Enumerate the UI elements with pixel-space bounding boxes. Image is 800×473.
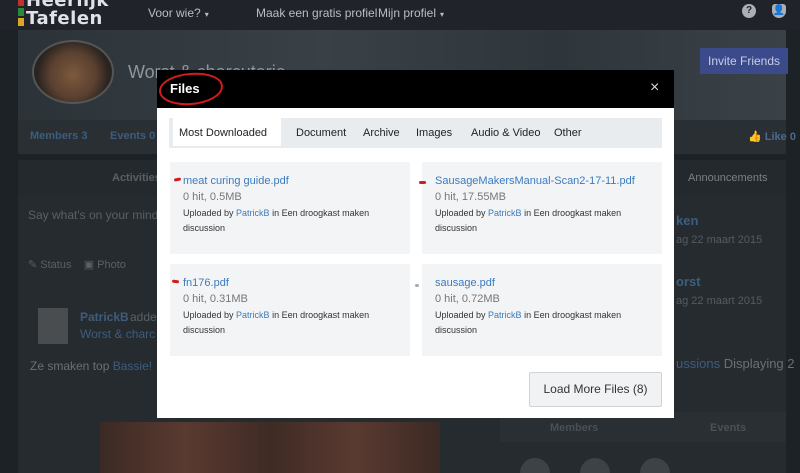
avatar[interactable] bbox=[580, 458, 610, 473]
uploader-link[interactable]: PatrickB bbox=[236, 208, 270, 218]
events-tab[interactable]: Events 0 bbox=[110, 130, 155, 142]
file-meta: 0 hit, 0.72MB bbox=[435, 293, 500, 305]
tab-events[interactable]: Events bbox=[710, 422, 746, 434]
group-avatar bbox=[32, 40, 114, 104]
question-icon[interactable]: ? bbox=[742, 4, 756, 18]
sidebar-date-1: ag 22 maart 2015 bbox=[676, 234, 763, 246]
modal-header: Files × bbox=[157, 70, 674, 108]
avatar[interactable] bbox=[520, 458, 550, 473]
post-group-link[interactable]: Worst & charc bbox=[80, 327, 155, 341]
annotation-mark bbox=[415, 284, 419, 287]
discussions-summary: ussions Displaying 2 bbox=[676, 356, 795, 371]
file-card: fn176.pdf 0 hit, 0.31MB Uploaded by Patr… bbox=[170, 264, 410, 356]
uploader-link[interactable]: PatrickB bbox=[488, 310, 522, 320]
discussions-link[interactable]: ussions bbox=[676, 356, 720, 371]
post-mention[interactable]: Bassie! bbox=[113, 359, 152, 373]
file-upload-info: Uploaded by PatrickB in Een droogkast ma… bbox=[435, 206, 655, 236]
pencil-icon: ✎ bbox=[28, 259, 38, 271]
displaying-count: Displaying 2 bbox=[720, 356, 795, 371]
members-tab[interactable]: Members 3 bbox=[30, 130, 87, 142]
user-icon[interactable]: 👤 bbox=[772, 4, 786, 18]
post-text: Ze smaken top Bassie! bbox=[30, 359, 152, 373]
nav-mijn-profiel[interactable]: Mijn profiel ▾ bbox=[378, 6, 444, 20]
like-label: Like 0 bbox=[764, 131, 796, 143]
files-modal: Files × Most Downloaded Document Archive… bbox=[157, 70, 674, 418]
uploaded-prefix: Uploaded by bbox=[435, 310, 489, 320]
avatar[interactable] bbox=[640, 458, 670, 473]
nav-label: Mijn profiel bbox=[378, 6, 437, 20]
file-meta: 0 hit, 0.5MB bbox=[183, 191, 242, 203]
file-upload-info: Uploaded by PatrickB in Een droogkast ma… bbox=[183, 308, 403, 338]
chevron-down-icon: ▾ bbox=[204, 10, 209, 19]
file-link[interactable]: SausageMakersManual-Scan2-17-11.pdf bbox=[435, 175, 635, 187]
file-upload-info: Uploaded by PatrickB in Een droogkast ma… bbox=[435, 308, 655, 338]
uploaded-prefix: Uploaded by bbox=[183, 208, 237, 218]
uploader-link[interactable]: PatrickB bbox=[488, 208, 522, 218]
post-body: Ze smaken top bbox=[30, 359, 113, 373]
file-link[interactable]: fn176.pdf bbox=[183, 277, 229, 289]
sidebar-item-2[interactable]: orst bbox=[676, 274, 701, 289]
tab-archive[interactable]: Archive bbox=[357, 118, 406, 148]
member-avatars bbox=[520, 458, 760, 473]
camera-icon: ▣ bbox=[83, 259, 95, 271]
post-author[interactable]: PatrickB bbox=[80, 310, 129, 324]
sidebar-date-2: ag 22 maart 2015 bbox=[676, 295, 763, 307]
file-link[interactable]: sausage.pdf bbox=[435, 277, 495, 289]
logo-block-yellow bbox=[18, 18, 24, 26]
status-button[interactable]: Status bbox=[40, 259, 71, 271]
logo-block-green bbox=[18, 8, 24, 16]
file-meta: 0 hit, 17.55MB bbox=[435, 191, 506, 203]
uploaded-prefix: Uploaded by bbox=[183, 310, 237, 320]
nav-gratis-profiel[interactable]: Maak een gratis profiel bbox=[256, 6, 377, 20]
tab-images[interactable]: Images bbox=[410, 118, 458, 148]
file-card: sausage.pdf 0 hit, 0.72MB Uploaded by Pa… bbox=[422, 264, 662, 356]
tab-document[interactable]: Document bbox=[290, 118, 352, 148]
modal-title: Files bbox=[170, 81, 200, 96]
invite-friends-button[interactable]: Invite Friends bbox=[700, 48, 788, 74]
tab-members[interactable]: Members bbox=[550, 422, 598, 434]
annotation-mark bbox=[419, 181, 426, 184]
close-icon[interactable]: × bbox=[650, 79, 659, 97]
nav-label: Voor wie? bbox=[148, 6, 201, 20]
activities-tab[interactable]: Activities bbox=[112, 172, 161, 184]
composer-actions: ✎ Status ▣ Photo bbox=[28, 258, 126, 271]
load-more-files-button[interactable]: Load More Files (8) bbox=[529, 372, 662, 407]
file-card: meat curing guide.pdf 0 hit, 0.5MB Uploa… bbox=[170, 162, 410, 254]
avatar[interactable] bbox=[38, 308, 68, 344]
uploader-link[interactable]: PatrickB bbox=[236, 310, 270, 320]
logo-text-line2: Tafelen bbox=[26, 8, 103, 29]
photo-button[interactable]: Photo bbox=[97, 259, 126, 271]
file-upload-info: Uploaded by PatrickB in Een droogkast ma… bbox=[183, 206, 403, 236]
nav-label: Maak een gratis profiel bbox=[256, 6, 378, 20]
uploaded-prefix: Uploaded by bbox=[435, 208, 489, 218]
composer-placeholder[interactable]: Say what's on your mind bbox=[28, 208, 168, 222]
logo-block-red bbox=[18, 0, 24, 6]
file-card: SausageMakersManual-Scan2-17-11.pdf 0 hi… bbox=[422, 162, 662, 254]
like-button[interactable]: 👍 Like 0 bbox=[748, 130, 796, 143]
sidebar-item-1[interactable]: ken bbox=[676, 213, 698, 228]
site-logo[interactable]: Heerlijk Tafelen bbox=[18, 0, 148, 30]
tab-audio-video[interactable]: Audio & Video bbox=[465, 118, 547, 148]
post-image[interactable] bbox=[100, 422, 440, 473]
tab-most-downloaded[interactable]: Most Downloaded bbox=[173, 118, 281, 148]
nav-voor-wie[interactable]: Voor wie? ▾ bbox=[148, 6, 209, 20]
file-type-tabs: Most Downloaded Document Archive Images … bbox=[169, 118, 662, 148]
tab-other[interactable]: Other bbox=[548, 118, 588, 148]
file-link[interactable]: meat curing guide.pdf bbox=[183, 175, 289, 187]
top-navigation: Heerlijk Tafelen Voor wie? ▾ Maak een gra… bbox=[0, 0, 800, 30]
announcements-tab[interactable]: Announcements bbox=[688, 172, 768, 184]
file-meta: 0 hit, 0.31MB bbox=[183, 293, 248, 305]
chevron-down-icon: ▾ bbox=[440, 10, 445, 19]
